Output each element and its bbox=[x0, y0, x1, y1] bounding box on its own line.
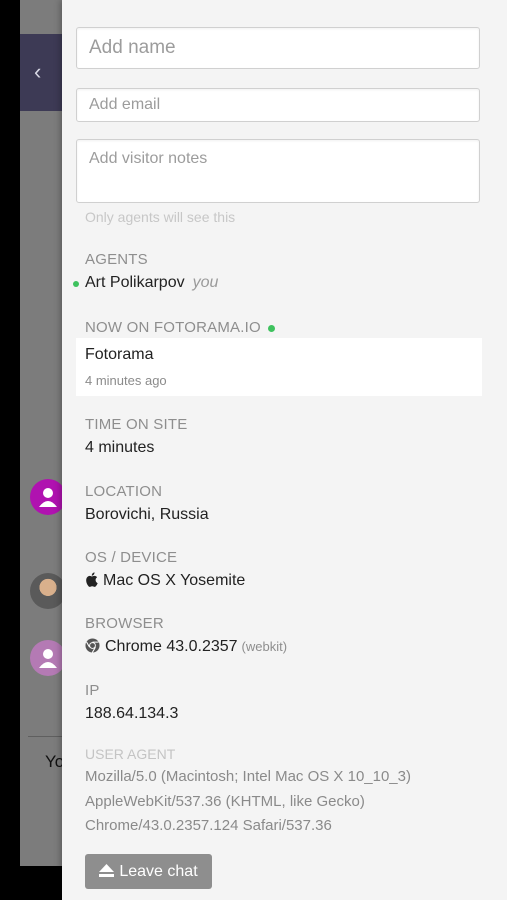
visitor-info-panel: Add name Add email Add visitor notes Onl… bbox=[62, 0, 507, 900]
visitor-notes-textarea[interactable]: Add visitor notes bbox=[76, 139, 480, 203]
browser-label: BROWSER bbox=[85, 615, 164, 632]
leave-chat-button[interactable]: Leave chat bbox=[85, 854, 212, 889]
time-on-site-value: 4 minutes bbox=[85, 439, 155, 456]
current-page-time: 4 minutes ago bbox=[85, 373, 167, 388]
now-on-label-text: NOW ON FOTORAMA.IO bbox=[85, 319, 261, 336]
ip-label: IP bbox=[85, 682, 100, 699]
os-row: Mac OS X Yosemite bbox=[85, 572, 245, 590]
chrome-icon bbox=[85, 638, 100, 653]
current-page-title: Fotorama bbox=[85, 346, 154, 363]
ip-value: 188.64.134.3 bbox=[85, 705, 179, 722]
user-agent-line: AppleWebKit/537.36 (KHTML, like Gecko) bbox=[85, 793, 365, 810]
visitor-avatar[interactable] bbox=[30, 640, 66, 676]
user-icon bbox=[39, 488, 57, 507]
location-label: LOCATION bbox=[85, 483, 163, 500]
you-tag: you bbox=[192, 274, 219, 291]
os-value: Mac OS X Yosemite bbox=[103, 572, 246, 589]
leave-chat-label: Leave chat bbox=[119, 863, 198, 880]
name-input[interactable]: Add name bbox=[76, 27, 480, 69]
back-arrow-icon[interactable]: ‹ bbox=[34, 61, 54, 83]
user-agent-line: Mozilla/5.0 (Macintosh; Intel Mac OS X 1… bbox=[85, 768, 411, 785]
apple-icon bbox=[86, 572, 98, 587]
time-on-site-label: TIME ON SITE bbox=[85, 416, 188, 433]
agent-name: Art Polikarpov bbox=[85, 274, 185, 291]
user-icon bbox=[39, 649, 57, 668]
user-agent-line: Chrome/43.0.2357.124 Safari/537.36 bbox=[85, 817, 332, 834]
browser-value: Chrome 43.0.2357 bbox=[105, 638, 238, 655]
visitor-avatar[interactable] bbox=[30, 479, 66, 515]
notes-hint: Only agents will see this bbox=[85, 209, 236, 225]
eject-icon bbox=[99, 864, 115, 877]
online-status-icon bbox=[73, 281, 79, 287]
agents-label: AGENTS bbox=[85, 251, 148, 268]
user-agent-label: USER AGENT bbox=[85, 746, 176, 762]
online-status-icon bbox=[268, 324, 276, 332]
current-page-card[interactable]: Fotorama 4 minutes ago bbox=[76, 338, 482, 396]
os-label: OS / DEVICE bbox=[85, 549, 178, 566]
location-value: Borovichi, Russia bbox=[85, 506, 209, 523]
now-on-label: NOW ON FOTORAMA.IO bbox=[85, 319, 276, 336]
email-input[interactable]: Add email bbox=[76, 88, 480, 122]
agent-avatar[interactable] bbox=[30, 573, 66, 609]
browser-row: Chrome 43.0.2357 (webkit) bbox=[85, 638, 287, 656]
agent-row: Art Polikarpov you bbox=[85, 274, 218, 292]
browser-engine: (webkit) bbox=[241, 639, 288, 654]
